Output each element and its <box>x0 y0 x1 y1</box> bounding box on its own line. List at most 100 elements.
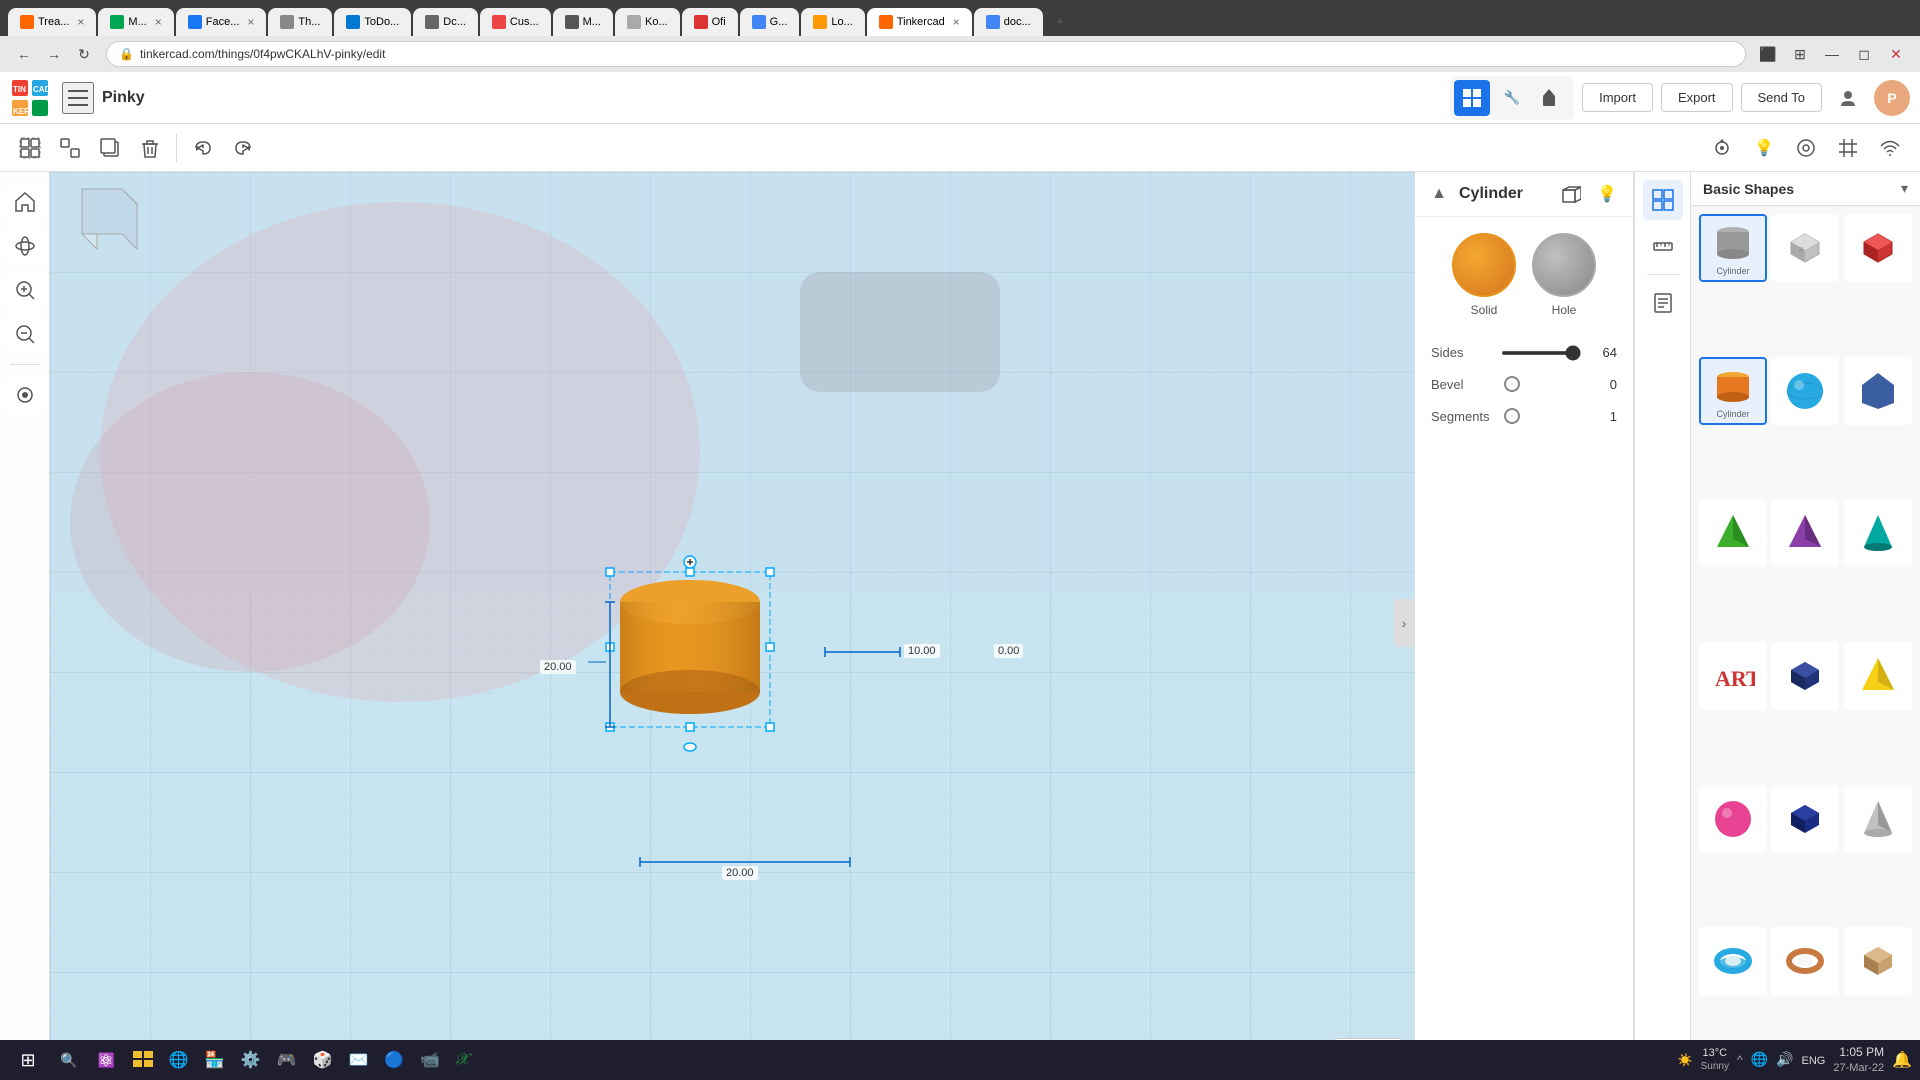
panel-toggle-button[interactable]: ▲ <box>1427 182 1451 206</box>
tab-g[interactable]: G... <box>740 8 800 36</box>
shape-pyramid-purple[interactable] <box>1771 499 1839 567</box>
delete-button[interactable] <box>132 130 168 166</box>
shapes-button[interactable] <box>1534 80 1570 116</box>
user-menu-button[interactable] <box>1830 80 1866 116</box>
zoom-in-button[interactable] <box>7 272 43 308</box>
light-button[interactable]: 💡 <box>1746 130 1782 166</box>
taskbar-steam-button[interactable]: 🎮 <box>271 1046 303 1074</box>
shape-box-gray[interactable]: ≡ <box>1771 214 1839 282</box>
restore-button[interactable]: ◻ <box>1850 40 1878 68</box>
tab-close[interactable]: × <box>77 15 84 29</box>
tab-m[interactable]: M... × <box>98 8 173 36</box>
hamburger-button[interactable] <box>62 82 94 114</box>
shape-box-dark-blue-2[interactable] <box>1771 785 1839 853</box>
reload-button[interactable]: ↻ <box>70 40 98 68</box>
shape-box-dark-blue[interactable] <box>1771 642 1839 710</box>
address-bar-input[interactable]: 🔒 tinkercad.com/things/0f4pwCKALhV-pinky… <box>106 41 1746 67</box>
duplicate-button[interactable] <box>92 130 128 166</box>
tab-lo[interactable]: Lo... <box>801 8 864 36</box>
tab-close[interactable]: × <box>247 15 254 29</box>
shape-cone-teal[interactable] <box>1844 499 1912 567</box>
shape-box-red[interactable] <box>1844 214 1912 282</box>
tab-ofi[interactable]: Ofi <box>682 8 738 36</box>
taskbar-edge-button[interactable]: 🌐 <box>163 1046 195 1074</box>
tab-todo[interactable]: ToDo... <box>334 8 411 36</box>
zoom-out-button[interactable] <box>7 316 43 352</box>
panel-3d-button[interactable] <box>1557 180 1585 208</box>
shape-pyramid-yellow[interactable] <box>1844 642 1912 710</box>
shape-torus-blue[interactable] <box>1699 927 1767 995</box>
segments-dot[interactable] <box>1504 408 1520 424</box>
taskbar-search-button[interactable]: 🔍 <box>52 1048 85 1073</box>
taskbar-widgets-button[interactable]: ⚛️ <box>89 1048 122 1073</box>
taskbar-store-button[interactable]: 🏪 <box>199 1046 231 1074</box>
shapes-dropdown-button[interactable]: ▾ <box>1901 180 1908 197</box>
notification-button[interactable]: 🔔 <box>1892 1050 1912 1070</box>
ruler-toolbar-button[interactable] <box>1643 226 1683 266</box>
solid-option[interactable]: Solid <box>1452 233 1516 317</box>
language-button[interactable]: ENG <box>1801 1052 1825 1067</box>
orbit-button[interactable] <box>7 228 43 264</box>
tab-dc[interactable]: Dc... <box>413 8 478 36</box>
tab-m2[interactable]: M... <box>553 8 613 36</box>
tab-ko[interactable]: Ko... <box>615 8 680 36</box>
panel-collapse-button[interactable]: › <box>1394 599 1414 647</box>
shape-text-red[interactable]: ART <box>1699 642 1767 710</box>
notes-toolbar-button[interactable] <box>1643 283 1683 323</box>
taskbar-game-button[interactable]: 🎲 <box>307 1046 339 1074</box>
shape-cylinder-orange[interactable]: Cylinder <box>1699 357 1767 425</box>
tab-close[interactable]: × <box>155 15 162 29</box>
undo-button[interactable] <box>185 130 221 166</box>
taskbar-mail-button[interactable]: ✉️ <box>342 1046 374 1074</box>
shape-sphere-pink[interactable] <box>1699 785 1767 853</box>
grid-view-toolbar-button[interactable] <box>1643 180 1683 220</box>
extensions-button[interactable]: ⬛ <box>1754 40 1782 68</box>
clock[interactable]: 1:05 PM 27-Mar-22 <box>1833 1045 1884 1075</box>
minimize-button[interactable]: — <box>1818 40 1846 68</box>
redo-button[interactable] <box>225 130 261 166</box>
shape-pyramid-green[interactable] <box>1699 499 1767 567</box>
tab-face[interactable]: Face... × <box>176 8 267 36</box>
ungroup-button[interactable] <box>52 130 88 166</box>
close-button[interactable]: ✕ <box>1882 40 1910 68</box>
taskbar-excel-button[interactable]: 𝓧 <box>450 1047 475 1073</box>
tab-th[interactable]: Th... <box>268 8 332 36</box>
signal-button[interactable] <box>1872 130 1908 166</box>
panel-light-button[interactable]: 💡 <box>1593 180 1621 208</box>
send-to-button[interactable]: Send To <box>1741 83 1822 112</box>
select-tool-button[interactable] <box>7 377 43 413</box>
grid-view-button[interactable] <box>1454 80 1490 116</box>
tab-close[interactable]: × <box>953 15 960 29</box>
shape-box-tan[interactable] <box>1844 927 1912 995</box>
grid-button[interactable] <box>1830 130 1866 166</box>
shape-cylinder[interactable]: Cylinder <box>1699 214 1767 282</box>
taskbar-chrome-button[interactable]: 🔵 <box>378 1046 410 1074</box>
tab-trea[interactable]: Trea... × <box>8 8 96 36</box>
tab-cus[interactable]: Cus... <box>480 8 551 36</box>
shape-blue-organic[interactable] <box>1844 357 1912 425</box>
forward-button[interactable]: → <box>40 40 68 68</box>
start-button[interactable]: ⊞ <box>8 1040 48 1080</box>
hidden-icons-button[interactable]: ^ <box>1737 1053 1743 1067</box>
taskbar-settings-button[interactable]: ⚙️ <box>235 1046 267 1074</box>
taskbar-video-button[interactable]: 📹 <box>414 1046 446 1074</box>
import-button[interactable]: Import <box>1582 83 1653 112</box>
sides-slider[interactable] <box>1501 351 1581 355</box>
group-button[interactable] <box>12 130 48 166</box>
export-button[interactable]: Export <box>1661 83 1733 112</box>
canvas-cylinder[interactable] <box>590 552 790 757</box>
bevel-dot[interactable] <box>1504 376 1520 392</box>
shape-torus-brown[interactable] <box>1771 927 1839 995</box>
shape-sphere-blue[interactable] <box>1771 357 1839 425</box>
user-avatar[interactable]: P <box>1874 80 1910 116</box>
snap-button[interactable] <box>1788 130 1824 166</box>
wrench-button[interactable]: 🔧 <box>1494 80 1530 116</box>
home-view-button[interactable] <box>7 184 43 220</box>
taskbar-explorer-button[interactable] <box>127 1043 159 1078</box>
camera-button[interactable] <box>1704 130 1740 166</box>
hole-option[interactable]: Hole <box>1532 233 1596 317</box>
tab-doc[interactable]: doc... <box>974 8 1043 36</box>
canvas-area[interactable]: TOP FRONT <box>50 172 1414 1074</box>
new-tab-button[interactable]: + <box>1045 8 1075 36</box>
view-cube[interactable]: TOP FRONT <box>62 184 142 274</box>
